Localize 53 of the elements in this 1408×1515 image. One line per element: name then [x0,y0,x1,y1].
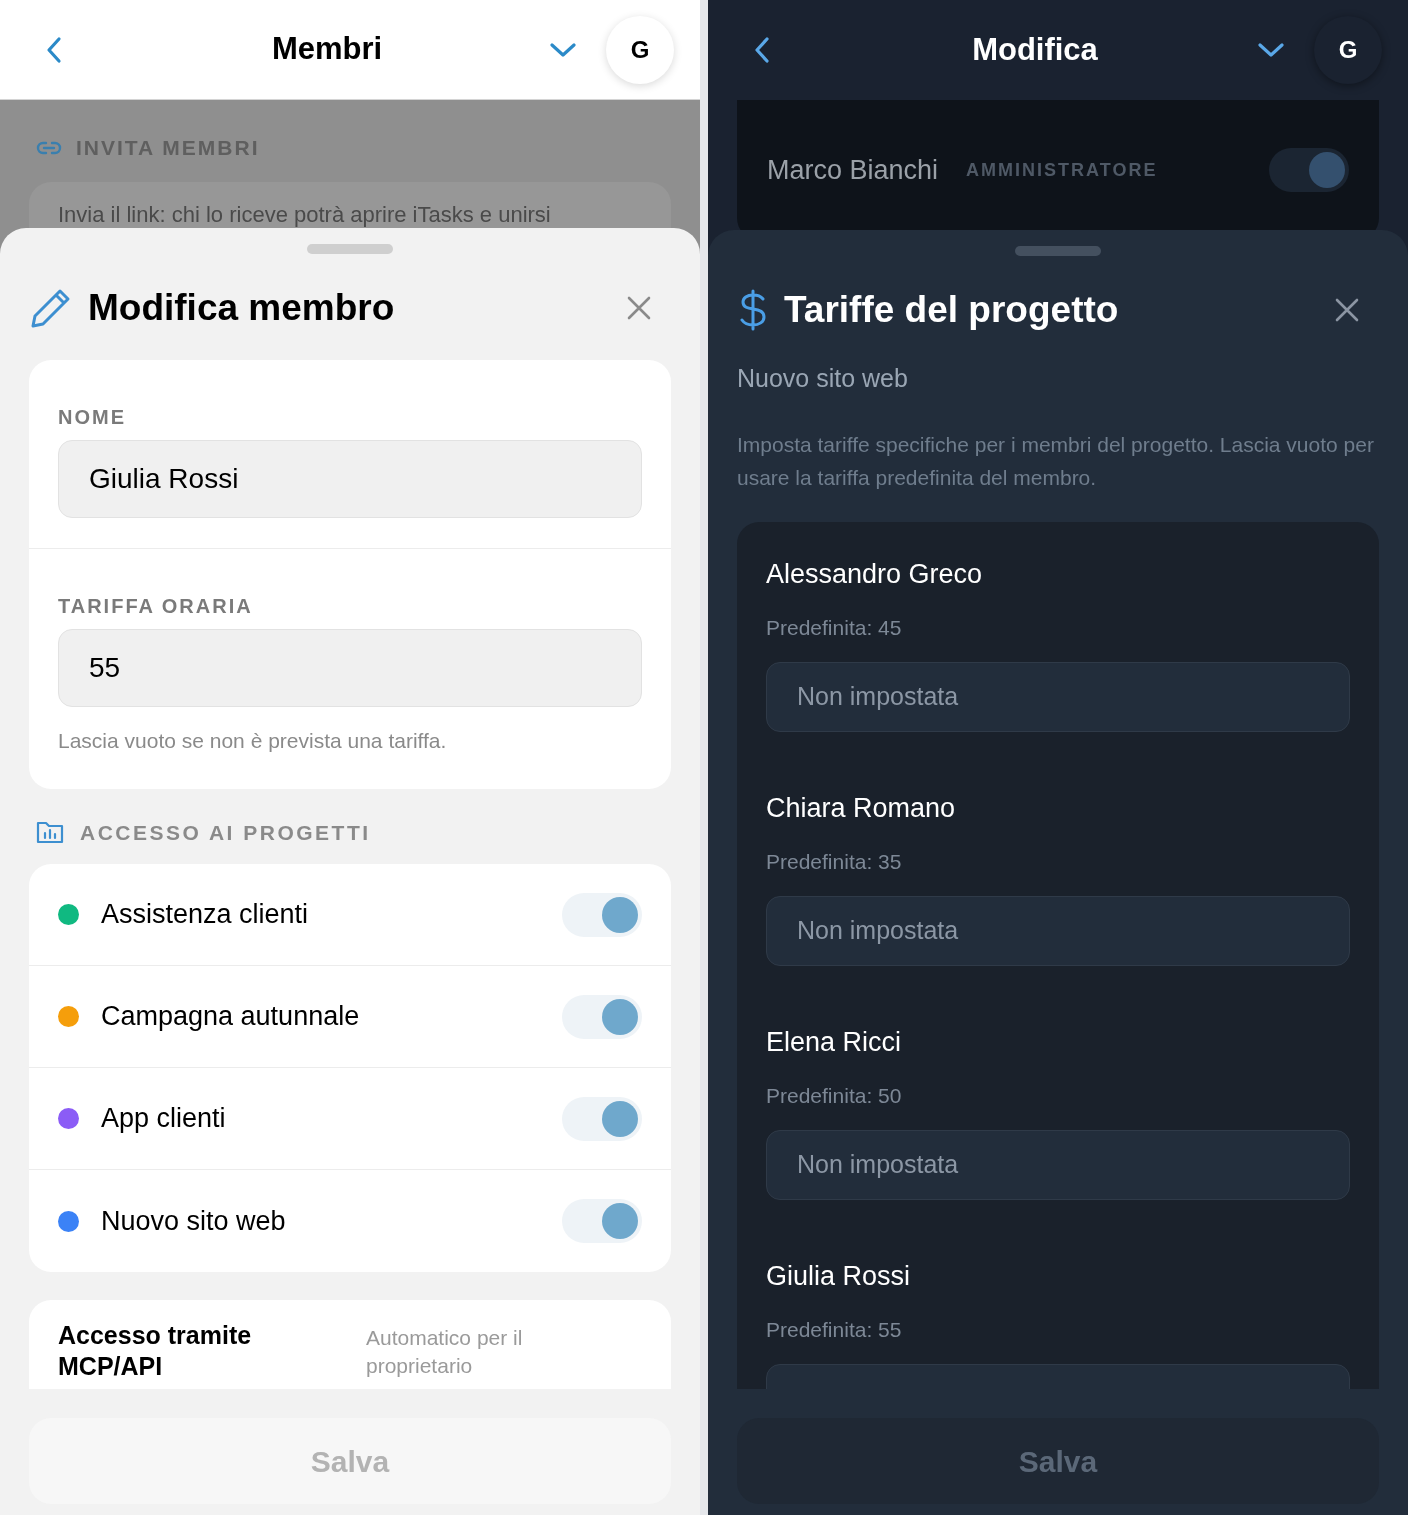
toggle-switch[interactable] [1269,148,1349,192]
back-icon [46,35,62,64]
project-name: Assistenza clienti [101,898,310,932]
toggle-switch[interactable] [562,994,642,1039]
sheet-title: Tariffe del progetto [784,288,1120,333]
screen-title: Modifica [971,30,1099,69]
back-icon [754,36,770,64]
member-name: Giulia Rossi [766,1259,912,1293]
input-field[interactable]: Giulia Rossi [58,440,642,518]
chevron-down-icon [1258,43,1284,57]
description-text: Imposta tariffe specifiche per i membri del progetto. Lascia vuoto per usare la tariffa predefinita del membro. [736,431,1375,491]
default-rate: Predefinita: 35 [766,849,903,875]
avatar-button[interactable]: G [606,15,674,84]
member-name: Elena Ricci [766,1025,903,1059]
link-icon [36,139,62,156]
default-rate: Predefinita: 45 [766,615,903,641]
close-icon [1335,298,1359,322]
input-field[interactable]: Non impostata [766,661,1350,732]
invite-text: Invia il link: chi lo riceve potrà aprire iTasks e unirsi [58,200,552,229]
member-name: Marco Bianchi [767,153,939,187]
field-hint: Lascia vuoto se non è prevista una tariffa. [58,728,448,754]
input-field[interactable]: Non impostata [766,895,1350,966]
drag-handle[interactable] [307,244,393,254]
project-name: Campagna autunnale [101,1000,361,1034]
project-name: Nuovo sito web [101,1204,287,1238]
default-rate: Predefinita: 50 [766,1083,903,1109]
folder-chart-icon [36,820,64,845]
api-access-label: Accesso tramite MCP/API [58,1320,253,1382]
avatar-button[interactable]: G [1314,16,1382,84]
toggle-switch[interactable] [562,1199,642,1243]
member-name: Alessandro Greco [766,557,984,591]
field-label: TARIFFA ORARIA [58,594,254,619]
close-button[interactable] [1334,297,1360,323]
role-label: AMMINISTRATORE [966,158,1159,182]
member-name: Chiara Romano [766,791,957,825]
input-field[interactable]: Non impostata [766,1129,1350,1200]
close-icon [627,296,651,320]
project-name: App clienti [101,1102,227,1136]
field-label: NOME [58,405,127,430]
input-field[interactable]: 55 [58,629,642,707]
toggle-switch[interactable] [562,892,642,937]
section-title: ACCESSO AI PROGETTI [80,819,371,846]
close-button[interactable] [626,295,652,321]
sheet-title: Modifica membro [88,286,396,331]
pencil-icon [30,287,72,329]
screen-title: Membri [270,30,384,69]
drag-handle[interactable] [1015,246,1101,256]
project-subtitle: Nuovo sito web [736,363,909,394]
api-access-value: Automatico per il proprietario [366,1325,524,1379]
toggle-switch[interactable] [562,1096,642,1141]
dollar-icon [738,289,768,331]
default-rate: Predefinita: 55 [766,1317,903,1343]
chevron-down-icon [550,42,576,57]
